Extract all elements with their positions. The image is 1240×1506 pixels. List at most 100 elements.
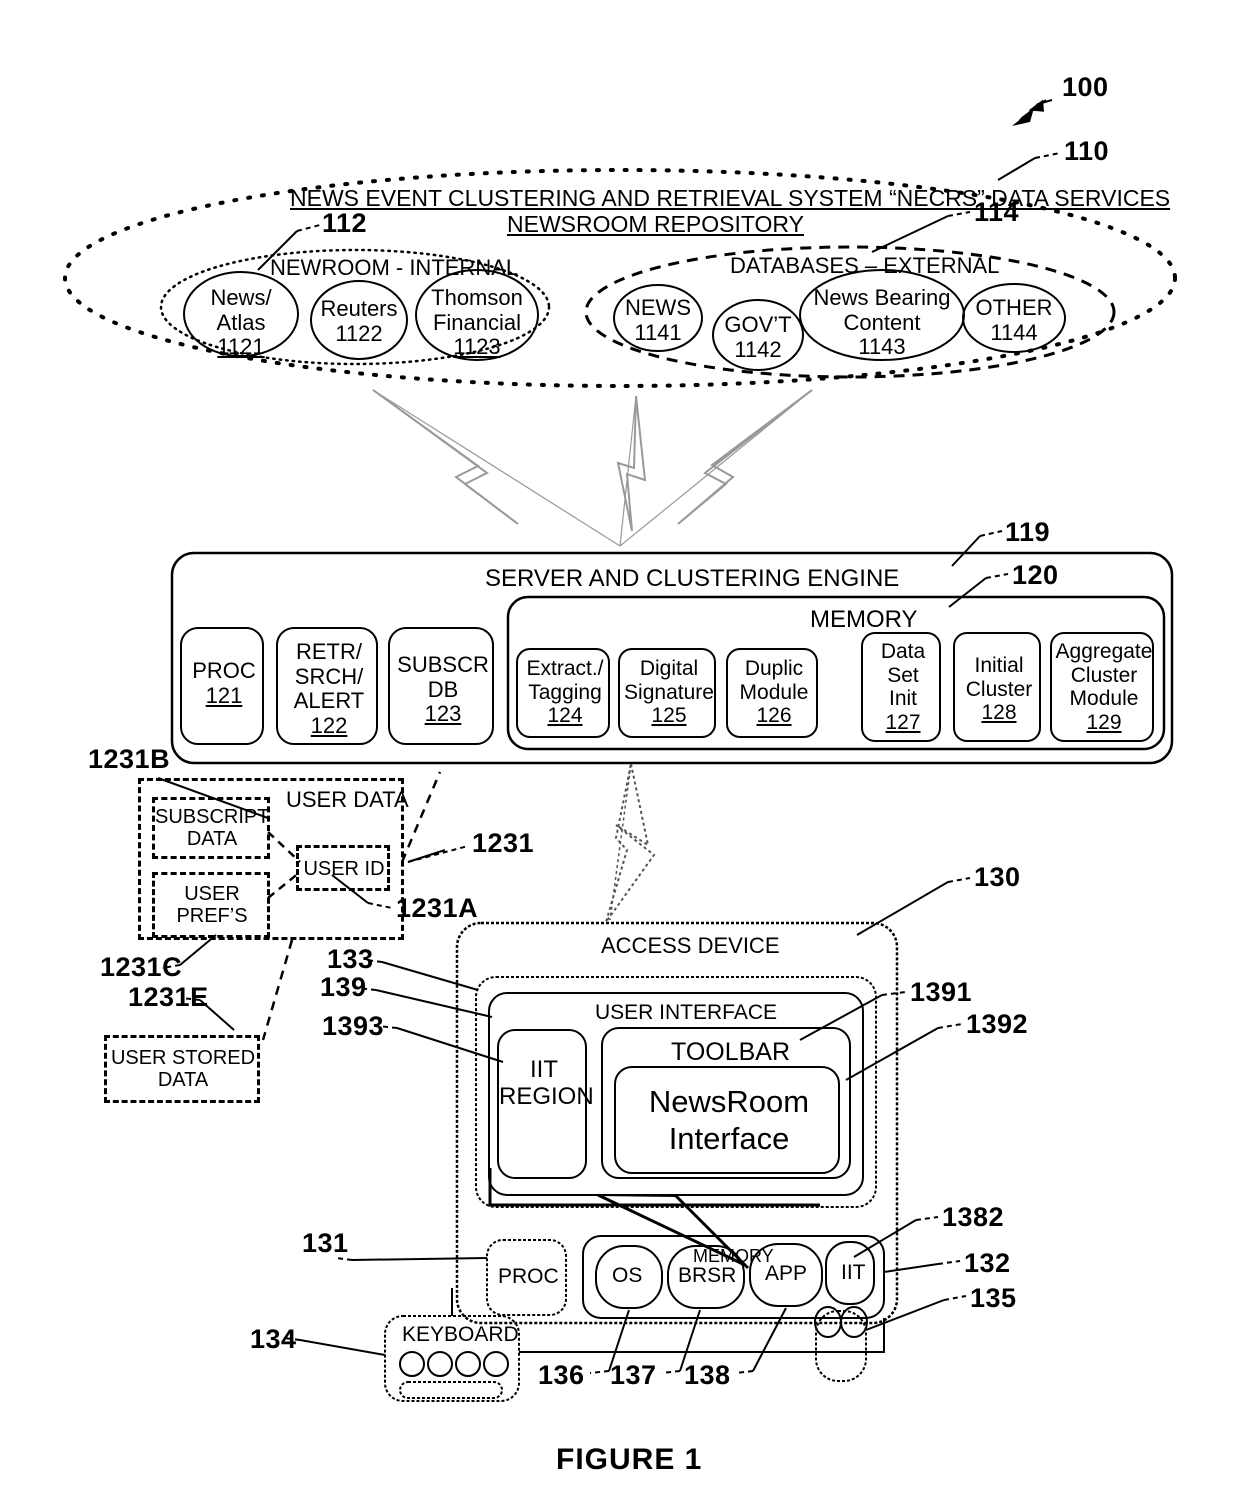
server-title: SERVER AND CLUSTERING ENGINE [485,565,900,592]
newsroom-internal-label: NEWROOM - INTERNAL [270,255,519,280]
ref-110: 110 [1064,136,1110,166]
source-1123-ref: 1123 [453,334,501,360]
source-1121-ref: 1121 [217,334,265,360]
source-1141-ref: 1141 [634,319,682,345]
mm-126-line1: Duplic [744,657,804,680]
source-1143: News Bearing Content 1143 [802,285,962,360]
ref-134: 134 [250,1324,297,1354]
user-id-box: USER ID [296,845,390,891]
mm-127-ref: 127 [885,710,921,734]
source-1141-name1: NEWS [625,295,691,320]
user-prefs-line1: USER [184,883,240,905]
ref-119: 119 [1005,517,1051,547]
source-1123-name1: Thomson [431,285,523,310]
mm-125-line2: Signature [624,680,714,704]
ref-1231A: 1231A [396,893,479,923]
keyboard-key [455,1351,481,1377]
mm-128-line2: Cluster [965,677,1033,701]
ref-1231E: 1231E [128,982,209,1012]
memory-module-app-label: APP [765,1262,808,1285]
source-1143-ref: 1143 [858,334,906,360]
leader-110 [997,157,1036,181]
memory-module-os-label: OS [612,1264,643,1287]
ref-132: 132 [964,1248,1011,1278]
leader-131 [351,1257,488,1261]
ref-130: 130 [974,862,1021,892]
mm-124-line2: Tagging [528,680,602,704]
source-1123: Thomson Financial 1123 [419,285,535,360]
mm-129-line3: Module [1069,687,1139,711]
memory-module-digital-signature: Digital Signature 125 [618,648,716,738]
source-1143-name1: News Bearing [813,285,951,310]
server-retr-ref: 122 [310,712,348,738]
toolbar-label: TOOLBAR [671,1038,791,1066]
ref-1393: 1393 [322,1011,385,1041]
mm-124-ref: 124 [547,704,583,728]
user-stored-data-line1: USER STORED [110,1047,256,1069]
memory-module-initial-cluster: Initial Cluster 128 [953,632,1041,742]
mm-128-line1: Initial [974,654,1024,677]
server-to-device-bolt [605,763,656,923]
user-data-label: USER DATA [286,787,409,812]
ref-1392: 1392 [966,1009,1029,1039]
source-1144-name1: OTHER [975,295,1053,320]
leader-139 [375,989,493,1018]
leader-114 [871,215,949,253]
ref-137: 137 [610,1360,657,1390]
memory-module-data-set-init: Data Set Init 127 [861,632,941,742]
memory-module-duplic: Duplic Module 126 [726,648,818,738]
ref-1231B: 1231B [88,744,171,774]
iit-region-line1: IIT [530,1056,558,1083]
server-subscr-line2: DB [427,676,459,702]
source-1144-ref: 1144 [990,319,1038,345]
source-1142-ref: 1142 [734,336,782,362]
server-retr-line2: SRCH/ [294,663,364,689]
mm-125-line1: Digital [639,657,699,680]
user-id-label: USER ID [303,858,385,880]
access-device-proc-label: PROC [498,1265,559,1288]
newsroom-interface-line1: NewsRoom [648,1084,810,1119]
memory-module-aggregate-cluster: Aggregate Cluster Module 129 [1050,632,1154,742]
necrs-title-line-1: NEWS EVENT CLUSTERING AND RETRIEVAL SYST… [290,185,1171,211]
wireless-link-bolts [372,389,813,547]
leader-130 [856,881,949,936]
subscript-data-line1: SUBSCRIPT [155,806,270,828]
source-1122-ref: 1122 [335,320,383,346]
server-subscr-ref: 123 [424,701,462,727]
server-retr-line3: ALERT [293,688,365,714]
source-1122: Reuters 1122 [311,296,407,346]
leader-120 [948,577,987,608]
ref-139: 139 [320,972,367,1002]
newsroom-interface-box[interactable]: NewsRoom Interface [614,1066,840,1174]
mm-125-ref: 125 [651,704,687,728]
server-memory-label: MEMORY [810,606,918,633]
user-stored-data-box: USER STORED DATA [104,1035,260,1103]
mm-124-line1: Extract./ [526,657,604,680]
ref-1391: 1391 [910,977,973,1007]
user-prefs-box: USER PREF’S [152,872,270,938]
leader-133 [381,961,479,991]
server-retr-line1: RETR/ [296,639,362,664]
user-stored-data-line2: DATA [157,1069,209,1092]
user-prefs-line2: PREF’S [176,905,248,928]
user-data-to-subscrdb-link [400,771,442,863]
source-1121-name1: News/ [210,285,272,310]
user-data-to-stored-data-link [261,939,294,1041]
ref-112: 112 [322,208,368,238]
source-1142: GOV’T 1142 [710,312,806,362]
server-retr-srch-alert-box: RETR/ SRCH/ ALERT 122 [276,627,378,745]
source-1122-name1: Reuters [320,296,398,321]
subscript-data-line2: DATA [186,828,238,851]
keyboard-key [399,1351,425,1377]
leader-135 [865,1299,945,1331]
server-proc-box: PROC 121 [180,627,264,745]
source-1144: OTHER 1144 [966,295,1062,345]
source-1143-name2: Content [843,309,921,335]
server-subscr-line1: SUBSCR [397,652,489,677]
keyboard-label: KEYBOARD [402,1323,519,1346]
newsroom-interface-line2: Interface [668,1121,790,1157]
iit-region-box[interactable]: IIT REGION [497,1029,594,1179]
ref-131: 131 [302,1228,349,1258]
mm-127-line1: Data [880,640,926,663]
ref-136: 136 [538,1360,585,1390]
